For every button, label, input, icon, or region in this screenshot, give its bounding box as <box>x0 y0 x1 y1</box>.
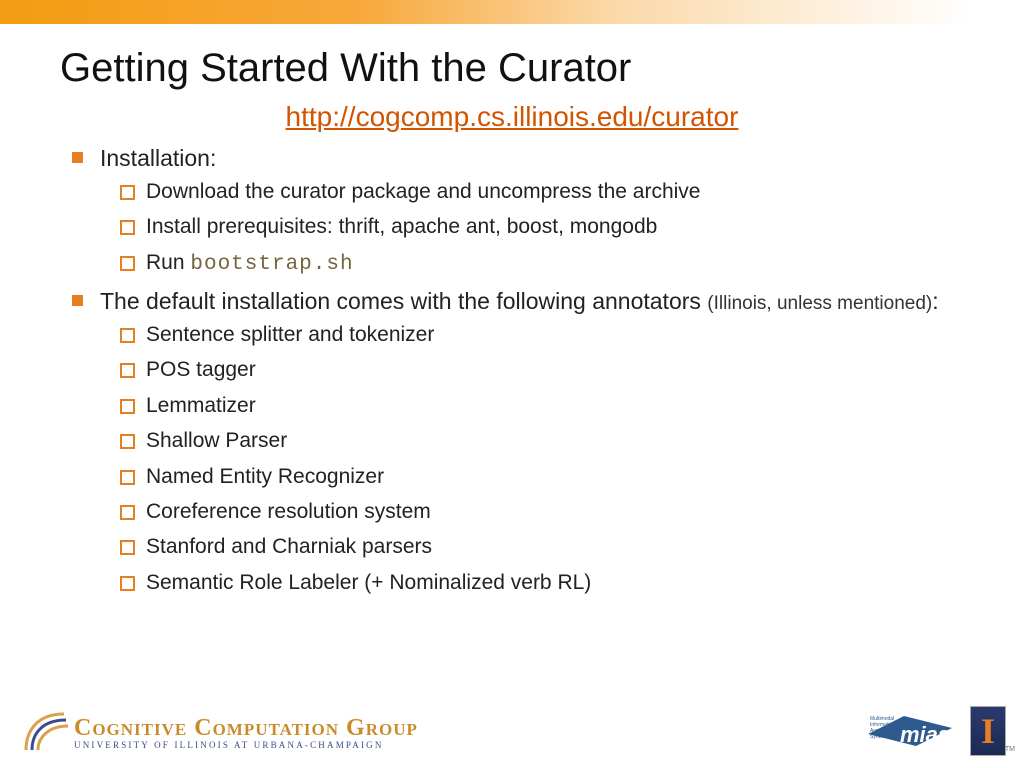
sub-list-annotators: Sentence splitter and tokenizer POS tagg… <box>100 321 964 597</box>
page-title: Getting Started With the Curator <box>60 46 964 91</box>
sub-item: Semantic Role Labeler (+ Nominalized ver… <box>100 569 964 597</box>
curator-link[interactable]: http://cogcomp.cs.illinois.edu/curator <box>286 101 739 132</box>
right-logos: Multimodal Information Access & Synthesi… <box>864 706 1006 756</box>
sub-item: Named Entity Recognizer <box>100 463 964 491</box>
bullet-installation: Installation: Download the curator packa… <box>60 143 964 279</box>
sub-item: Coreference resolution system <box>100 498 964 526</box>
sub-item: Stanford and Charniak parsers <box>100 533 964 561</box>
sub-item: Install prerequisites: thrift, apache an… <box>100 213 964 241</box>
bullet-annotators: The default installation comes with the … <box>60 286 964 597</box>
bullet-installation-label: Installation: <box>100 145 216 171</box>
code-text: bootstrap.sh <box>190 253 353 276</box>
annotators-colon: : <box>932 288 938 314</box>
sub-item: Shallow Parser <box>100 427 964 455</box>
sub-item: POS tagger <box>100 356 964 384</box>
sub-item: Run bootstrap.sh <box>100 249 964 279</box>
ccg-name: Cognitive Computation Group <box>74 715 418 742</box>
sub-item: Download the curator package and uncompr… <box>100 178 964 206</box>
slide-content: Getting Started With the Curator http://… <box>0 24 1024 597</box>
illinois-i-letter: I <box>981 713 995 749</box>
top-list: Installation: Download the curator packa… <box>60 143 964 597</box>
illinois-logo: I TM <box>970 706 1006 756</box>
mias-logo: Multimodal Information Access & Synthesi… <box>864 706 956 756</box>
ccg-university: University of Illinois at Urbana-Champai… <box>74 740 418 750</box>
top-banner <box>0 0 1024 24</box>
annotators-main: The default installation comes with the … <box>100 288 707 314</box>
footer: Cognitive Computation Group University o… <box>0 706 1024 756</box>
mias-word4: Synthesis <box>870 734 892 740</box>
trademark: TM <box>1005 746 1015 753</box>
ccg-swoosh-icon <box>18 708 72 756</box>
sub-item: Sentence splitter and tokenizer <box>100 321 964 349</box>
link-row: http://cogcomp.cs.illinois.edu/curator <box>60 101 964 133</box>
sub-item: Lemmatizer <box>100 392 964 420</box>
run-label: Run <box>146 251 190 274</box>
annotators-paren: (Illinois, unless mentioned) <box>707 293 932 314</box>
ccg-logo: Cognitive Computation Group University o… <box>18 708 418 756</box>
mias-big: mias <box>900 722 950 747</box>
sub-list-installation: Download the curator package and uncompr… <box>100 178 964 279</box>
